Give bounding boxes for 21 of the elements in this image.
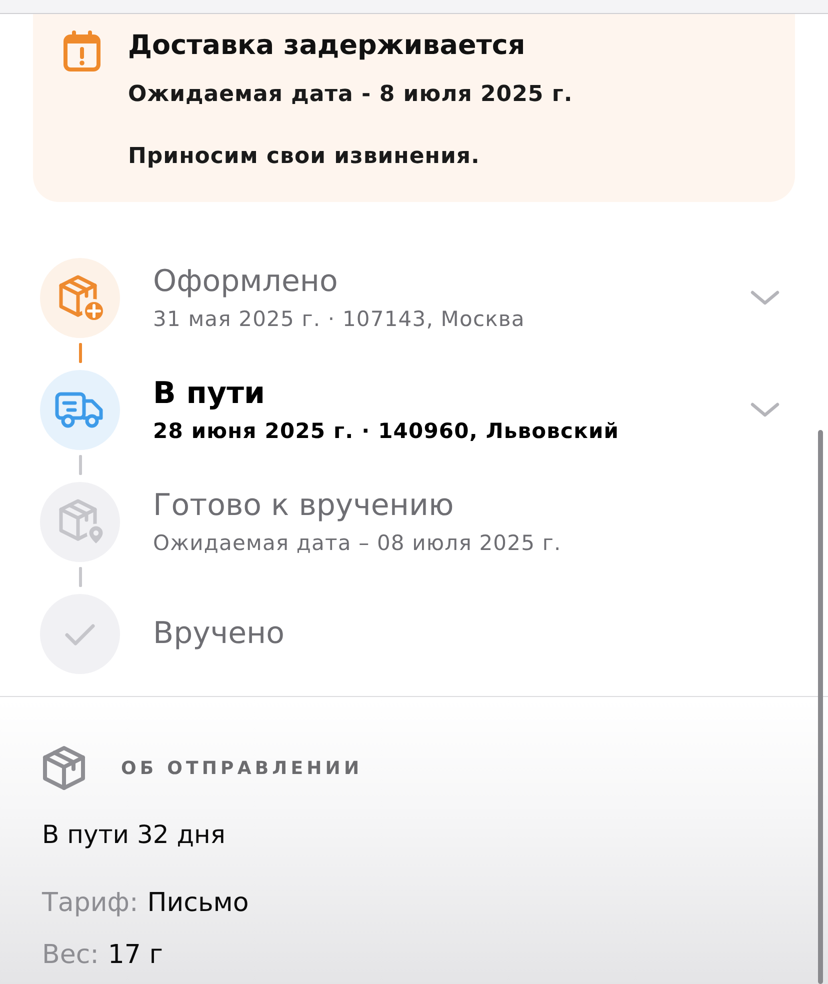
step-title: Оформлено [153, 264, 339, 300]
calendar-warning-icon [63, 30, 101, 72]
box-icon [42, 745, 86, 791]
scrollbar-thumb[interactable] [818, 430, 823, 984]
chevron-down-icon[interactable] [750, 402, 780, 418]
chevron-down-icon[interactable] [750, 290, 780, 306]
section-heading: ОБ ОТПРАВЛЕНИИ [121, 758, 363, 778]
field-value: 17 г [108, 939, 163, 972]
step-title: В пути [153, 376, 266, 412]
step-title: Готово к вручению [153, 488, 455, 524]
field-label: Тариф: [42, 887, 138, 920]
step-subtitle: 28 июня 2025 г. · 140960, Львовский [153, 418, 620, 444]
transit-duration: В пути 32 дня [42, 820, 226, 850]
step-subtitle: Ожидаемая дата – 08 июля 2025 г. [153, 530, 562, 556]
field-label: Вес: [42, 939, 99, 972]
step-subtitle: 31 мая 2025 г. · 107143, Москва [153, 306, 526, 332]
alert-text: Приносим свои извинения. [128, 143, 481, 171]
field-value: Письмо [147, 887, 249, 920]
step-title: Вручено [153, 616, 286, 652]
alert-text: Ожидаемая дата - 8 июля 2025 г. [128, 81, 574, 109]
alert-title: Доставка задерживается [128, 30, 526, 62]
